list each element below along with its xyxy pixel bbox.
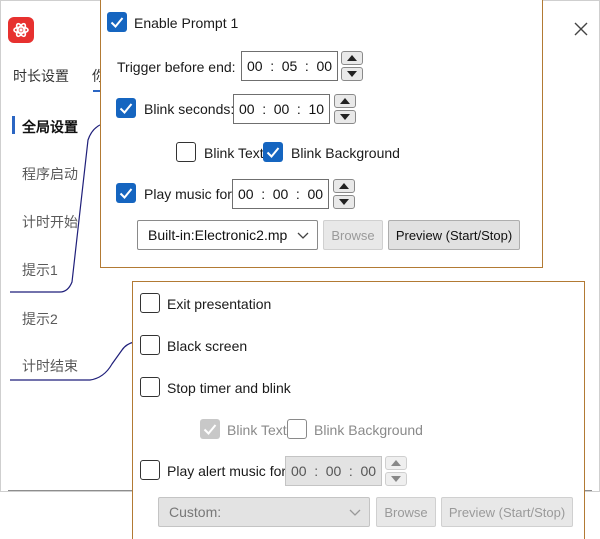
end-preview-button[interactable]: Preview (Start/Stop)	[441, 497, 573, 527]
blink-time-stepper[interactable]	[334, 94, 356, 124]
blink-background-checkbox[interactable]	[263, 142, 283, 162]
black-screen-label: Black screen	[167, 338, 248, 354]
stepper-up-icon[interactable]	[341, 51, 363, 65]
alert-time-input[interactable]: 00:00:00	[285, 456, 382, 486]
stepper-down-icon[interactable]	[333, 195, 355, 209]
timer-end-panel: Exit presentation Black screen Stop time…	[132, 281, 585, 539]
stepper-down-icon[interactable]	[334, 110, 356, 124]
end-music-file-select[interactable]: Custom:	[158, 497, 370, 527]
stepper-up-icon[interactable]	[333, 179, 355, 193]
preview-button[interactable]: Preview (Start/Stop)	[388, 220, 520, 250]
blink-checkbox[interactable]	[116, 98, 136, 118]
play-music-label: Play music for:	[144, 186, 236, 202]
chevron-down-icon	[297, 232, 309, 239]
play-music-checkbox[interactable]	[116, 183, 136, 203]
stop-timer-blink-label: Stop timer and blink	[167, 380, 291, 396]
end-blink-background-checkbox[interactable]	[287, 419, 307, 439]
blink-background-label: Blink Background	[291, 145, 400, 161]
enable-prompt1-label: Enable Prompt 1	[134, 15, 239, 31]
stepper-down-icon[interactable]	[385, 472, 407, 486]
trigger-time-stepper[interactable]	[341, 51, 363, 81]
end-blink-background-label: Blink Background	[314, 422, 423, 438]
black-screen-checkbox[interactable]	[140, 335, 160, 355]
trigger-time-input[interactable]: 00:05:00	[241, 51, 338, 81]
callout-line-prompt1	[10, 123, 103, 293]
callout-line-end	[10, 341, 135, 381]
exit-presentation-label: Exit presentation	[167, 296, 272, 312]
enable-prompt1-checkbox[interactable]	[107, 12, 127, 32]
play-alert-music-label: Play alert music for:	[167, 463, 290, 479]
music-file-select[interactable]: Built-in:Electronic2.mp	[137, 220, 318, 250]
stepper-up-icon[interactable]	[385, 456, 407, 470]
end-blink-text-label: Blink Text	[227, 422, 287, 438]
trigger-label: Trigger before end:	[117, 59, 236, 75]
browse-button[interactable]: Browse	[323, 220, 383, 250]
blink-time-input[interactable]: 00:00:10	[233, 94, 330, 124]
stepper-down-icon[interactable]	[341, 67, 363, 81]
end-blink-text-checkbox[interactable]	[200, 419, 220, 439]
alert-time-stepper[interactable]	[385, 456, 407, 486]
music-time-stepper[interactable]	[333, 179, 355, 209]
blink-seconds-label: Blink seconds:	[144, 101, 235, 117]
blink-text-checkbox[interactable]	[176, 142, 196, 162]
stop-timer-blink-checkbox[interactable]	[140, 377, 160, 397]
blink-text-label: Blink Text	[204, 145, 264, 161]
exit-presentation-checkbox[interactable]	[140, 293, 160, 313]
music-time-input[interactable]: 00:00:00	[232, 179, 329, 209]
prompt1-panel: Enable Prompt 1 Trigger before end: 00:0…	[100, 0, 543, 268]
end-browse-button[interactable]: Browse	[376, 497, 436, 527]
play-alert-music-checkbox[interactable]	[140, 460, 160, 480]
chevron-down-icon	[349, 509, 361, 516]
stepper-up-icon[interactable]	[334, 94, 356, 108]
